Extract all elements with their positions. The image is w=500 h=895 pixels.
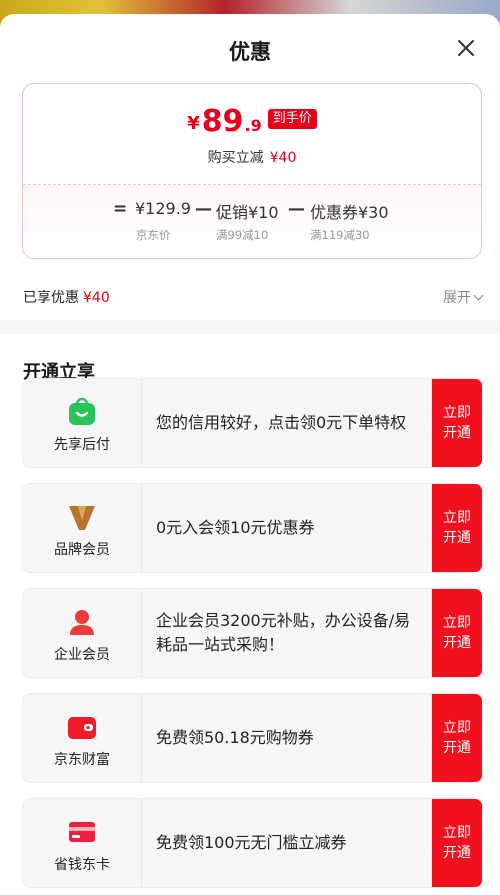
enjoyed-label: 已享优惠 bbox=[23, 290, 79, 306]
benefit-badge: 省钱东卡 bbox=[23, 799, 142, 887]
benefit-description: 企业会员3200元补贴，办公设备/易耗品一站式采购！ bbox=[156, 611, 411, 654]
final-price: ¥ 89 .9 到手价 bbox=[23, 106, 481, 138]
enjoyed-amount: ¥40 bbox=[83, 290, 110, 306]
benefit-label: 先享后付 bbox=[54, 437, 110, 453]
sheet-title: 优惠 bbox=[229, 40, 271, 64]
benefit-row-pay-later: 先享后付 您的信用较好，点击领0元下单特权 立即 开通 bbox=[22, 378, 483, 468]
benefit-label: 京东财富 bbox=[54, 752, 110, 768]
benefit-description: 0元入会领10元优惠券 bbox=[156, 518, 315, 537]
jd-price-caption: 京东价 bbox=[136, 228, 171, 242]
coupon-value: 优惠券¥30 bbox=[310, 203, 389, 222]
shopping-bag-icon bbox=[67, 397, 97, 427]
card-icon bbox=[67, 817, 97, 847]
section-divider bbox=[0, 320, 500, 334]
coupon-caption: 满119减30 bbox=[310, 228, 370, 242]
wallet-icon bbox=[67, 712, 97, 742]
brand-v-icon bbox=[67, 502, 97, 532]
activate-button[interactable]: 立即 开通 bbox=[432, 799, 482, 887]
benefit-badge: 企业会员 bbox=[23, 589, 142, 677]
benefit-description: 免费领50.18元购物券 bbox=[156, 728, 314, 747]
equals-sign: = bbox=[113, 199, 128, 219]
benefit-badge: 品牌会员 bbox=[23, 484, 142, 572]
benefit-row-jd-finance: 京东财富 免费领50.18元购物券 立即 开通 bbox=[22, 693, 483, 783]
price-decimal: .9 bbox=[244, 116, 262, 135]
minus-sign: — bbox=[195, 199, 212, 219]
activate-button[interactable]: 立即 开通 bbox=[432, 484, 482, 572]
minus-sign: — bbox=[288, 199, 305, 219]
jd-price-value: ¥129.9 bbox=[135, 199, 191, 218]
currency-symbol: ¥ bbox=[187, 113, 200, 134]
benefit-row-saving-card: 省钱东卡 免费领100元无门槛立减券 立即 开通 bbox=[22, 798, 483, 888]
reduction-label: 购买立减 bbox=[207, 150, 264, 166]
person-icon bbox=[67, 607, 97, 637]
benefit-label: 企业会员 bbox=[54, 647, 110, 663]
promo-caption: 满99减10 bbox=[216, 228, 269, 242]
benefit-description: 您的信用较好，点击领0元下单特权 bbox=[156, 413, 407, 432]
benefit-row-enterprise-member: 企业会员 企业会员3200元补贴，办公设备/易耗品一站式采购！ 立即 开通 bbox=[22, 588, 483, 678]
benefit-badge: 京东财富 bbox=[23, 694, 142, 782]
activate-button[interactable]: 立即 开通 bbox=[432, 694, 482, 782]
benefit-label: 品牌会员 bbox=[54, 542, 110, 558]
benefit-badge: 先享后付 bbox=[23, 379, 142, 467]
activate-button[interactable]: 立即 开通 bbox=[432, 589, 482, 677]
promo-value: 促销¥10 bbox=[216, 203, 279, 222]
expand-label: 展开 bbox=[443, 290, 471, 306]
final-price-tag: 到手价 bbox=[267, 109, 317, 129]
purchase-reduction: 购买立减 ¥40 bbox=[23, 147, 481, 167]
enjoyed-discount: 已享优惠 ¥40 bbox=[23, 287, 110, 307]
price-breakdown-card: ¥ 89 .9 到手价 购买立减 ¥40 = ¥129.9 — 促销¥10 — 优… bbox=[22, 83, 482, 259]
chevron-down-icon bbox=[473, 290, 484, 301]
reduction-amount: ¥40 bbox=[269, 150, 297, 166]
benefit-description: 免费领100元无门槛立减券 bbox=[156, 833, 347, 852]
close-icon[interactable] bbox=[456, 38, 476, 58]
discount-sheet: 优惠 ¥ 89 .9 到手价 购买立减 ¥40 = ¥129.9 — 促销¥10 … bbox=[0, 14, 500, 895]
expand-button[interactable]: 展开 bbox=[443, 287, 484, 307]
benefit-label: 省钱东卡 bbox=[54, 857, 110, 873]
price-integer: 89 bbox=[201, 104, 244, 139]
benefit-row-brand-member: 品牌会员 0元入会领10元优惠券 立即 开通 bbox=[22, 483, 483, 573]
activate-button[interactable]: 立即 开通 bbox=[432, 379, 482, 467]
